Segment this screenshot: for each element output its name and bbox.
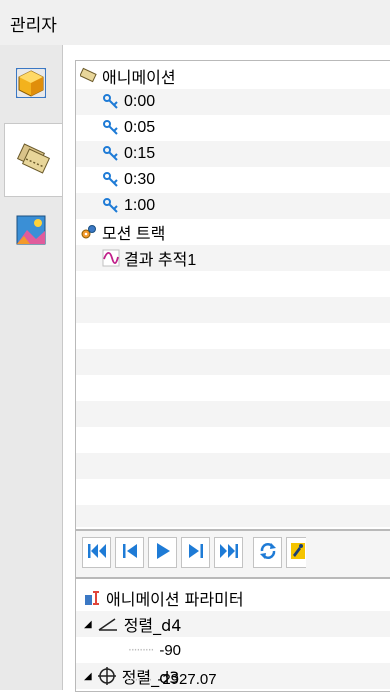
play-button[interactable] — [148, 537, 177, 568]
animation-panel: 애니메이션 0:00 0:05 0:15 0:30 1:00 모션 트랙 결과 … — [62, 45, 390, 692]
keyframe-item[interactable]: 0:05 — [76, 115, 390, 141]
gears-icon — [80, 223, 98, 241]
angle-icon — [98, 617, 118, 631]
tree-empty-row — [76, 349, 390, 375]
step-back-button[interactable] — [115, 537, 144, 568]
tree-item-label: 모션 트랙 — [102, 226, 166, 243]
loop-button[interactable] — [253, 537, 282, 568]
film-icon — [80, 67, 98, 85]
tree-empty-row — [76, 401, 390, 427]
keyframe-icon — [102, 93, 120, 111]
tree-empty-row — [76, 375, 390, 401]
keyframe-icon — [102, 119, 120, 137]
tree-empty-row — [76, 427, 390, 453]
tree-empty-row — [76, 271, 390, 297]
params-header-label: 애니메이션 파라미터 — [106, 590, 244, 609]
step-back-icon — [121, 542, 139, 564]
left-tab-strip — [0, 45, 63, 690]
record-button[interactable] — [286, 537, 306, 568]
param-value: -90 — [159, 641, 182, 659]
tree-empty-row — [76, 323, 390, 349]
rendering-tab[interactable] — [4, 207, 58, 257]
tree-item-label: 애니메이션 — [102, 70, 176, 87]
tree-empty-row — [76, 453, 390, 479]
animation-tree: 애니메이션 0:00 0:05 0:15 0:30 1:00 모션 트랙 결과 … — [75, 60, 390, 530]
tree-item-animation[interactable]: 애니메이션 — [76, 63, 390, 89]
keyframe-item[interactable]: 0:00 — [76, 89, 390, 115]
record-icon — [289, 541, 305, 565]
step-forward-icon — [187, 542, 205, 564]
expand-triangle-icon[interactable]: ◢ — [84, 619, 92, 630]
keyframe-label: 0:00 — [124, 93, 156, 110]
param-value-row[interactable]: ········· -90 — [76, 637, 390, 663]
keyframe-icon — [102, 171, 120, 189]
param-name: 정렬_d4 — [123, 616, 182, 635]
keyframe-label: 0:15 — [124, 145, 156, 162]
go-to-end-button[interactable] — [214, 537, 243, 568]
cube-icon — [15, 67, 47, 102]
param-item[interactable]: ◢ 정렬_d4 — [76, 611, 390, 637]
manager-header: 관리자 — [0, 0, 390, 46]
keyframe-item[interactable]: 0:15 — [76, 141, 390, 167]
param-value: -2927.07 — [157, 671, 217, 688]
trace-curve-icon — [102, 249, 120, 267]
go-to-start-button[interactable] — [82, 537, 111, 568]
param-value-row[interactable]: ········· -2927.07 — [74, 669, 390, 690]
keyframe-item[interactable]: 1:00 — [76, 193, 390, 219]
tree-empty-row — [76, 479, 390, 505]
keyframe-icon — [102, 197, 120, 215]
skip-to-start-icon — [87, 542, 107, 564]
tree-item-label: 결과 추적1 — [124, 252, 197, 269]
animation-tab[interactable] — [4, 123, 62, 197]
part-tab[interactable] — [4, 58, 58, 112]
tree-guide-line: ········· — [128, 643, 154, 657]
keyframe-label: 1:00 — [124, 197, 156, 214]
panel-title: 관리자 — [10, 16, 57, 36]
keyframe-label: 0:30 — [124, 171, 156, 188]
tree-item-result-trace[interactable]: 결과 추적1 — [76, 245, 390, 271]
landscape-icon — [16, 215, 46, 249]
params-header[interactable]: 애니메이션 파라미터 — [76, 585, 390, 611]
tree-empty-row — [76, 297, 390, 323]
tree-item-motion-track[interactable]: 모션 트랙 — [76, 219, 390, 245]
keyframe-icon — [102, 145, 120, 163]
keyframe-label: 0:05 — [124, 119, 156, 136]
tree-guide-line: ········· — [126, 672, 152, 687]
parameter-icon — [84, 589, 102, 607]
keyframe-item[interactable]: 0:30 — [76, 167, 390, 193]
film-icon — [16, 141, 51, 179]
loop-icon — [258, 541, 278, 565]
playback-toolbar — [75, 530, 390, 578]
tree-empty-row — [76, 505, 390, 527]
step-forward-button[interactable] — [181, 537, 210, 568]
skip-to-end-icon — [219, 542, 239, 564]
play-icon — [155, 542, 171, 564]
